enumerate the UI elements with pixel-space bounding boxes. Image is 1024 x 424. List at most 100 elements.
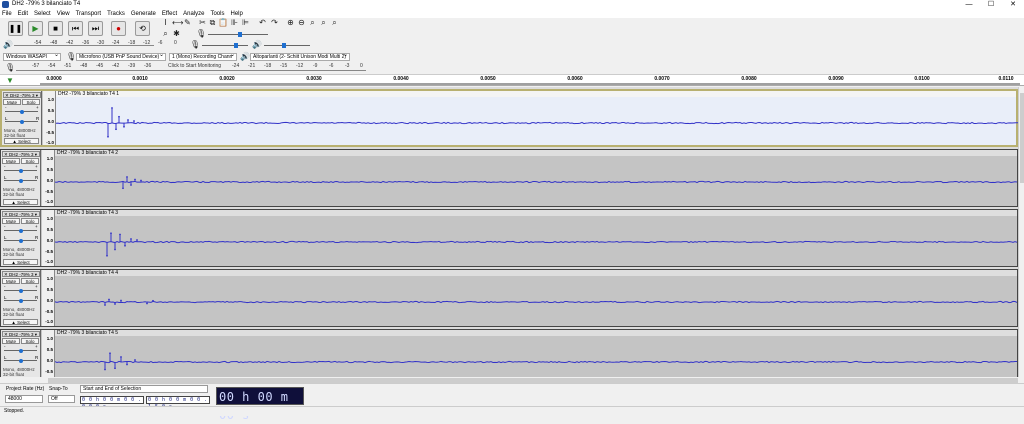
- project-rate-select[interactable]: 48000: [5, 395, 43, 403]
- menu-transport[interactable]: Transport: [76, 10, 101, 18]
- track-gain-slider[interactable]: [5, 109, 38, 114]
- track-select-button[interactable]: ▲ Select: [3, 199, 38, 205]
- waveform-area[interactable]: DH2 -79% 3 bilanciato T4 5: [55, 330, 1017, 377]
- zoom-tool-icon[interactable]: ⌕: [161, 29, 170, 38]
- menu-tools[interactable]: Tools: [210, 10, 224, 18]
- menu-file[interactable]: File: [2, 10, 12, 18]
- track-menu-chevron-icon[interactable]: ▾: [34, 152, 37, 156]
- track-gain-slider[interactable]: [4, 228, 37, 233]
- click-to-monitor[interactable]: Click to Start Monitoring: [168, 63, 221, 69]
- menu-edit[interactable]: Edit: [18, 10, 28, 18]
- track-pan-slider[interactable]: [4, 358, 37, 363]
- track-menu-chevron-icon[interactable]: ▾: [34, 332, 37, 336]
- copy-icon[interactable]: ⧉: [208, 18, 217, 27]
- track-gain-slider[interactable]: [4, 348, 37, 353]
- selection-end-time[interactable]: 0 0 h 0 0 m 0 0 . 1 5 0 s: [146, 396, 210, 410]
- snap-to-select[interactable]: Off: [48, 395, 75, 403]
- menu-effect[interactable]: Effect: [162, 10, 177, 18]
- record-volume-knob[interactable]: [238, 32, 242, 37]
- audio-track[interactable]: ✕ DH2 -79% 3 ▾ Mute Solo - + L R Mono, 4…: [0, 209, 1018, 267]
- track-gain-slider[interactable]: [4, 288, 37, 293]
- track-select-button[interactable]: ▲ Select: [3, 319, 38, 325]
- play-button[interactable]: ▶: [28, 21, 43, 36]
- track-pan-slider[interactable]: [4, 238, 37, 243]
- microphone-icon[interactable]: 🎙: [5, 63, 15, 72]
- output-volume-slider[interactable]: [264, 43, 310, 48]
- record-volume-slider[interactable]: [208, 32, 268, 37]
- trim-icon[interactable]: ⊪: [230, 18, 239, 27]
- loop-button[interactable]: ⟲: [135, 21, 150, 36]
- speaker-icon[interactable]: 🔊: [3, 40, 13, 49]
- input-gain-knob[interactable]: [234, 43, 238, 48]
- track-gain-slider[interactable]: [4, 168, 37, 173]
- waveform-area[interactable]: DH2 -79% 3 bilanciato T4 3: [55, 210, 1017, 266]
- pan-knob[interactable]: [19, 298, 23, 303]
- audio-host-select[interactable]: Windows WASAPI: [3, 53, 61, 61]
- vertical-scrollbar[interactable]: [1018, 87, 1024, 377]
- track-select-button[interactable]: ▲ Select: [3, 259, 38, 265]
- envelope-tool-icon[interactable]: ⟷: [172, 18, 183, 27]
- track-name-menu[interactable]: ✕ DH2 -79% 3 ▾: [2, 211, 40, 217]
- recording-device-select[interactable]: Microfono (USB PnP Sound Device): [76, 53, 166, 61]
- record-button[interactable]: ●: [111, 21, 126, 36]
- play-head-marker-icon[interactable]: ▼: [6, 76, 14, 85]
- vertical-scroll-thumb[interactable]: [1020, 93, 1024, 183]
- playback-device-select[interactable]: Altoparlanti (2- Schiit Unison Modi Mult…: [250, 53, 350, 61]
- track-name-menu[interactable]: ✕ DH2 -79% 3 ▾: [3, 92, 41, 98]
- recording-channels-select[interactable]: 1 (Mono) Recording Chann: [169, 53, 237, 61]
- track-menu-chevron-icon[interactable]: ▾: [34, 212, 37, 216]
- track-menu-chevron-icon[interactable]: ▾: [34, 272, 37, 276]
- track-select-button[interactable]: ▲ Select: [4, 138, 39, 144]
- zoom-in-icon[interactable]: ⊕: [286, 18, 295, 27]
- waveform-area[interactable]: DH2 -79% 3 bilanciato T4 1: [56, 91, 1018, 145]
- skip-start-button[interactable]: ⏮: [68, 21, 83, 36]
- track-name-menu[interactable]: ✕ DH2 -79% 3 ▾: [2, 151, 40, 157]
- pan-knob[interactable]: [19, 358, 23, 363]
- audio-track[interactable]: ✕ DH2 -79% 3 ▾ Mute Solo - + L R Mono, 4…: [0, 329, 1018, 377]
- input-gain-slider[interactable]: [202, 43, 248, 48]
- output-volume-knob[interactable]: [282, 43, 286, 48]
- track-name-menu[interactable]: ✕ DH2 -79% 3 ▾: [2, 271, 40, 277]
- pan-knob[interactable]: [19, 238, 23, 243]
- maximize-button[interactable]: ☐: [980, 0, 1002, 10]
- undo-icon[interactable]: ↶: [258, 18, 267, 27]
- close-button[interactable]: ✕: [1002, 0, 1024, 10]
- track-name-menu[interactable]: ✕ DH2 -79% 3 ▾: [2, 331, 40, 337]
- menu-select[interactable]: Select: [34, 10, 51, 18]
- fit-selection-icon[interactable]: ⌕: [308, 18, 317, 27]
- skip-end-button[interactable]: ⏭: [88, 21, 103, 36]
- timeline-ruler[interactable]: ▼ 0.0000 0.0010 0.0020 0.0030 0.0040 0.0…: [0, 74, 1024, 86]
- draw-tool-icon[interactable]: ✎: [183, 18, 192, 27]
- menu-tracks[interactable]: Tracks: [107, 10, 125, 18]
- gain-knob[interactable]: [20, 109, 24, 114]
- paste-icon[interactable]: 📋: [218, 18, 228, 27]
- menu-analyze[interactable]: Analyze: [183, 10, 204, 18]
- stop-button[interactable]: ■: [48, 21, 63, 36]
- menu-view[interactable]: View: [57, 10, 70, 18]
- multi-tool-icon[interactable]: ✱: [172, 29, 181, 38]
- zoom-out-icon[interactable]: ⊖: [297, 18, 306, 27]
- track-pan-slider[interactable]: [4, 298, 37, 303]
- audio-track[interactable]: ✕ DH2 -79% 3 ▾ Mute Solo - + L R Mono, 4…: [0, 149, 1018, 207]
- pan-knob[interactable]: [19, 178, 23, 183]
- menu-help[interactable]: Help: [230, 10, 242, 18]
- selection-tool-icon[interactable]: I: [161, 18, 170, 27]
- gain-knob[interactable]: [19, 228, 23, 233]
- waveform-area[interactable]: DH2 -79% 3 bilanciato T4 2: [55, 150, 1017, 206]
- pan-knob[interactable]: [20, 119, 24, 124]
- gain-knob[interactable]: [19, 288, 23, 293]
- minimize-button[interactable]: —: [958, 0, 980, 10]
- zoom-toggle-icon[interactable]: ⌕: [330, 18, 339, 27]
- redo-icon[interactable]: ↷: [270, 18, 279, 27]
- waveform-area[interactable]: DH2 -79% 3 bilanciato T4 4: [55, 270, 1017, 326]
- fit-project-icon[interactable]: ⌕: [319, 18, 328, 27]
- track-pan-slider[interactable]: [4, 178, 37, 183]
- gain-knob[interactable]: [19, 168, 23, 173]
- recording-meter[interactable]: [16, 70, 366, 71]
- cut-icon[interactable]: ✂: [198, 18, 207, 27]
- silence-icon[interactable]: ⊫: [241, 18, 250, 27]
- pause-button[interactable]: ❚❚: [8, 21, 23, 36]
- audio-track[interactable]: ✕ DH2 -79% 3 ▾ Mute Solo - + L R Mono, 4…: [0, 269, 1018, 327]
- gain-knob[interactable]: [19, 348, 23, 353]
- track-menu-chevron-icon[interactable]: ▾: [35, 93, 38, 97]
